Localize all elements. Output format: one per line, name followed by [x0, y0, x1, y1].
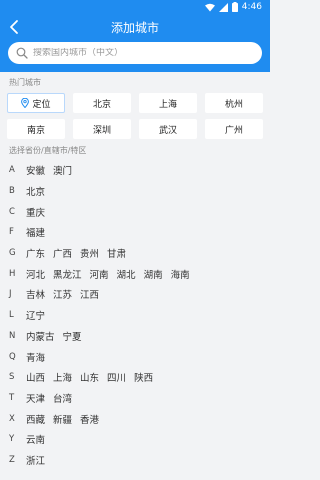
hot-city-label: 上海 [158, 99, 177, 110]
province-item[interactable]: 陕西 [134, 370, 153, 384]
index-letter: T [9, 392, 15, 403]
wifi-icon [204, 3, 215, 11]
hot-city-label: 北京 [92, 99, 111, 110]
province-item[interactable]: 澳门 [53, 163, 72, 177]
province-item[interactable]: 西藏 [26, 412, 45, 426]
province-group-row: Q 青海 [0, 346, 270, 367]
hot-city-label: 杭州 [224, 99, 243, 110]
province-group-row: J 吉林 江苏 江西 [0, 284, 270, 305]
province-item[interactable]: 安徽 [26, 163, 45, 177]
province-item[interactable]: 浙江 [26, 453, 45, 467]
province-item[interactable]: 湖北 [117, 267, 136, 281]
search-input[interactable] [33, 48, 253, 58]
province-group-row: F 福建 [0, 222, 270, 243]
signal-icon [218, 2, 228, 12]
index-letter: Q [9, 351, 16, 362]
search-box[interactable] [8, 42, 262, 64]
locate-button[interactable]: 定位 [7, 93, 65, 113]
province-item[interactable]: 重庆 [26, 205, 45, 219]
page-title: 添加城市 [110, 21, 159, 35]
province-item[interactable]: 香港 [80, 412, 99, 426]
province-group-row: Z 浙江 [0, 450, 270, 471]
index-letter: A [9, 165, 15, 176]
index-letter: X [9, 413, 15, 424]
province-item[interactable]: 广西 [53, 246, 72, 260]
hot-cities-grid: 定位 北京 上海 杭州南京 深圳 武汉 广州 [7, 93, 263, 139]
province-item[interactable]: 海南 [171, 267, 190, 281]
search-icon [16, 47, 28, 59]
province-group-row: L 辽宁 [0, 305, 270, 326]
status-time: 4:46 [241, 2, 262, 12]
province-item[interactable]: 江西 [80, 287, 99, 301]
hot-cities-label: 热门城市 [9, 78, 41, 87]
province-group-row: T 天津 台湾 [0, 388, 270, 409]
status-bar: 4:46 [0, 0, 270, 14]
index-letter: N [9, 330, 16, 341]
province-item[interactable]: 新疆 [53, 412, 72, 426]
province-item[interactable]: 甘肃 [107, 246, 126, 260]
province-group-row: B 北京 [0, 181, 270, 202]
hot-city-label: 广州 [224, 125, 243, 136]
province-list: A 安徽 澳门 B 北京 C 重庆 F 福建 G 广东 广西 贵州 甘肃 H 河北 黑龙江 河南 湖北 湖南 海南 J 吉林… [0, 160, 270, 470]
index-letter: G [9, 248, 16, 259]
hot-city-label: 武汉 [158, 125, 177, 136]
province-group-row: N 内蒙古 宁夏 [0, 326, 270, 347]
app-header: 4:46 添加城市 [0, 0, 270, 72]
province-item[interactable]: 青海 [26, 350, 45, 364]
status-icons: 4:46 [204, 2, 262, 12]
province-item[interactable]: 内蒙古 [26, 329, 55, 343]
province-item[interactable]: 吉林 [26, 287, 45, 301]
index-letter: L [9, 310, 14, 321]
hot-city-item[interactable]: 上海 [139, 93, 197, 113]
province-item[interactable]: 台湾 [53, 391, 72, 405]
province-group-row: A 安徽 澳门 [0, 160, 270, 181]
province-item[interactable]: 云南 [26, 432, 45, 446]
index-letter: S [9, 372, 15, 383]
province-item[interactable]: 宁夏 [63, 329, 82, 343]
hot-city-item[interactable]: 武汉 [139, 119, 197, 139]
province-item[interactable]: 江苏 [53, 287, 72, 301]
hot-city-item[interactable]: 南京 [7, 119, 65, 139]
province-item[interactable]: 北京 [26, 184, 45, 198]
index-letter: C [9, 206, 15, 217]
provinces-label: 选择省份/直辖市/特区 [9, 146, 87, 155]
province-item[interactable]: 广东 [26, 246, 45, 260]
province-item[interactable]: 辽宁 [26, 308, 45, 322]
province-item[interactable]: 湖南 [144, 267, 163, 281]
province-group-row: H 河北 黑龙江 河南 湖北 湖南 海南 [0, 263, 270, 284]
index-letter: B [9, 186, 15, 197]
hot-city-item[interactable]: 广州 [205, 119, 263, 139]
province-item[interactable]: 福建 [26, 225, 45, 239]
index-letter: Z [9, 454, 15, 465]
province-item[interactable]: 天津 [26, 391, 45, 405]
index-letter: J [9, 289, 12, 300]
hot-city-item[interactable]: 深圳 [73, 119, 131, 139]
province-item[interactable]: 河南 [90, 267, 109, 281]
province-group-row: G 广东 广西 贵州 甘肃 [0, 243, 270, 264]
province-item[interactable]: 四川 [107, 370, 126, 384]
location-pin-icon [21, 98, 30, 108]
hot-city-item[interactable]: 北京 [73, 93, 131, 113]
province-item[interactable]: 贵州 [80, 246, 99, 260]
title-bar: 添加城市 [0, 14, 270, 40]
province-group-row: C 重庆 [0, 201, 270, 222]
hot-city-item[interactable]: 杭州 [205, 93, 263, 113]
hot-city-label: 定位 [32, 99, 51, 110]
province-item[interactable]: 山西 [26, 370, 45, 384]
province-group-row: S 山西 上海 山东 四川 陕西 [0, 367, 270, 388]
province-item[interactable]: 黑龙江 [53, 267, 82, 281]
index-letter: Y [9, 434, 15, 445]
index-letter: H [9, 268, 16, 279]
battery-icon [231, 2, 238, 12]
hot-city-label: 南京 [26, 125, 45, 136]
hot-city-label: 深圳 [92, 125, 111, 136]
index-letter: F [9, 227, 14, 238]
province-group-row: Y 云南 [0, 429, 270, 450]
province-item[interactable]: 河北 [26, 267, 45, 281]
province-item[interactable]: 山东 [80, 370, 99, 384]
province-group-row: X 西藏 新疆 香港 [0, 408, 270, 429]
province-item[interactable]: 上海 [53, 370, 72, 384]
